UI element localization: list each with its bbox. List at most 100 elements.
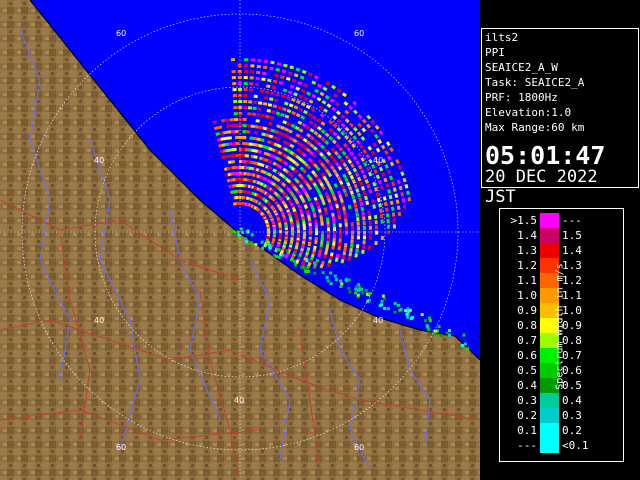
clutter-cell bbox=[274, 254, 278, 258]
clutter-cell bbox=[396, 303, 400, 307]
echo-cell bbox=[255, 119, 260, 123]
clutter-cell bbox=[463, 342, 467, 346]
echo-cell bbox=[362, 235, 366, 240]
clutter-cell bbox=[393, 301, 397, 305]
echo-cell bbox=[244, 154, 249, 158]
clutter-cell bbox=[448, 329, 451, 332]
echo-cell bbox=[337, 242, 342, 247]
echo-cell bbox=[250, 58, 255, 62]
clutter-cell bbox=[329, 282, 333, 286]
echo-cell bbox=[307, 241, 312, 247]
echo-cell bbox=[380, 219, 384, 224]
echo-cell bbox=[368, 225, 372, 230]
echo-cell bbox=[350, 235, 354, 240]
clutter-cell bbox=[313, 263, 317, 267]
echo-cell bbox=[257, 101, 263, 105]
echo-cell bbox=[243, 106, 248, 110]
echo-cell bbox=[343, 242, 348, 248]
clutter-cell bbox=[281, 253, 285, 257]
echo-cell bbox=[230, 124, 235, 128]
echo-cell bbox=[237, 177, 242, 182]
clutter-cell bbox=[339, 285, 343, 289]
echo-cell bbox=[243, 70, 248, 74]
echo-cell bbox=[247, 106, 252, 110]
radar-info-panel: ilts2 PPI SEAICE2_A_W Task: SEAICE2_A PR… bbox=[481, 28, 639, 207]
echo-cell bbox=[230, 57, 236, 62]
echo-cell bbox=[243, 87, 248, 92]
clutter-cell bbox=[426, 325, 429, 329]
task-name: Task: SEAICE2_A bbox=[485, 76, 585, 89]
echo-cell bbox=[332, 241, 336, 246]
clutter-cell bbox=[277, 248, 281, 252]
clutter-cell bbox=[361, 291, 365, 295]
echo-cell bbox=[391, 212, 396, 217]
clutter-cell bbox=[261, 246, 265, 250]
legend-lower-value: 0.4 bbox=[517, 379, 537, 392]
echo-cell bbox=[259, 89, 264, 93]
legend-lower-value: 1.1 bbox=[517, 274, 537, 287]
clutter-cell bbox=[423, 319, 427, 323]
echo-cell bbox=[385, 213, 390, 218]
echo-cell bbox=[355, 248, 359, 254]
echo-cell bbox=[397, 211, 402, 217]
echo-cell bbox=[235, 141, 240, 146]
echo-cell bbox=[251, 112, 257, 116]
echo-cell bbox=[238, 123, 243, 127]
legend-swatch bbox=[540, 423, 559, 438]
clutter-cell bbox=[277, 255, 281, 259]
clutter-cell bbox=[355, 285, 359, 289]
echo-cell bbox=[344, 226, 349, 231]
range-label: 60 bbox=[116, 443, 126, 452]
echo-cell bbox=[350, 239, 354, 244]
clutter-cell bbox=[466, 347, 470, 351]
echo-cell bbox=[263, 59, 269, 64]
echo-cell bbox=[332, 227, 337, 232]
legend-row: 0.2 0.3 bbox=[500, 408, 623, 423]
clutter-cell bbox=[354, 291, 358, 295]
clutter-cell bbox=[293, 251, 297, 255]
echo-cell bbox=[357, 230, 361, 235]
echo-cell bbox=[256, 64, 261, 69]
legend-lower-value: 1.4 bbox=[517, 229, 537, 242]
echo-cell bbox=[296, 224, 301, 229]
clutter-cell bbox=[439, 333, 443, 337]
clutter-cell bbox=[334, 278, 338, 282]
echo-cell bbox=[242, 124, 247, 128]
legend-swatch bbox=[540, 438, 559, 453]
color-legend: >1.5 --- 1.4 1.5 1.3 1.4 1.2 1.3 1.1 1.2 1.0 1.1 0.9… bbox=[499, 208, 624, 462]
legend-upper-value: --- bbox=[562, 214, 582, 227]
echo-cell bbox=[368, 220, 372, 225]
legend-row: 0.1 0.2 bbox=[500, 423, 623, 438]
clutter-cell bbox=[321, 271, 325, 275]
echo-cell bbox=[345, 230, 349, 235]
echo-cell bbox=[248, 100, 253, 104]
echo-cell bbox=[338, 234, 342, 239]
echo-cell bbox=[249, 136, 254, 140]
clutter-cell bbox=[250, 233, 254, 237]
max-range-value: Max Range:60 km bbox=[485, 121, 585, 134]
legend-lower-value: 1.2 bbox=[517, 259, 537, 272]
clutter-cell bbox=[300, 266, 304, 269]
echo-cell bbox=[369, 230, 373, 235]
echo-cell bbox=[257, 107, 262, 111]
echo-cell bbox=[226, 124, 231, 128]
echo-cell bbox=[227, 136, 232, 140]
echo-cell bbox=[262, 71, 267, 76]
clutter-cell bbox=[462, 333, 466, 337]
echo-cell bbox=[344, 218, 348, 223]
clutter-cell bbox=[356, 293, 360, 297]
echo-cell bbox=[356, 226, 361, 231]
scan-date: 20 DEC 2022 JST bbox=[485, 167, 598, 207]
echo-cell bbox=[338, 238, 342, 243]
echo-cell bbox=[238, 117, 243, 121]
echo-cell bbox=[379, 214, 384, 219]
clutter-cell bbox=[339, 279, 343, 283]
clutter-cell bbox=[427, 328, 431, 332]
legend-lower-value: 0.9 bbox=[517, 304, 537, 317]
radar-ppi-map: 60 60 40 40 40 40 40 60 60 bbox=[0, 0, 480, 480]
echo-cell bbox=[368, 215, 372, 220]
echo-cell bbox=[231, 69, 236, 74]
echo-cell bbox=[373, 214, 378, 220]
echo-cell bbox=[392, 218, 396, 223]
echo-cell bbox=[337, 246, 341, 251]
